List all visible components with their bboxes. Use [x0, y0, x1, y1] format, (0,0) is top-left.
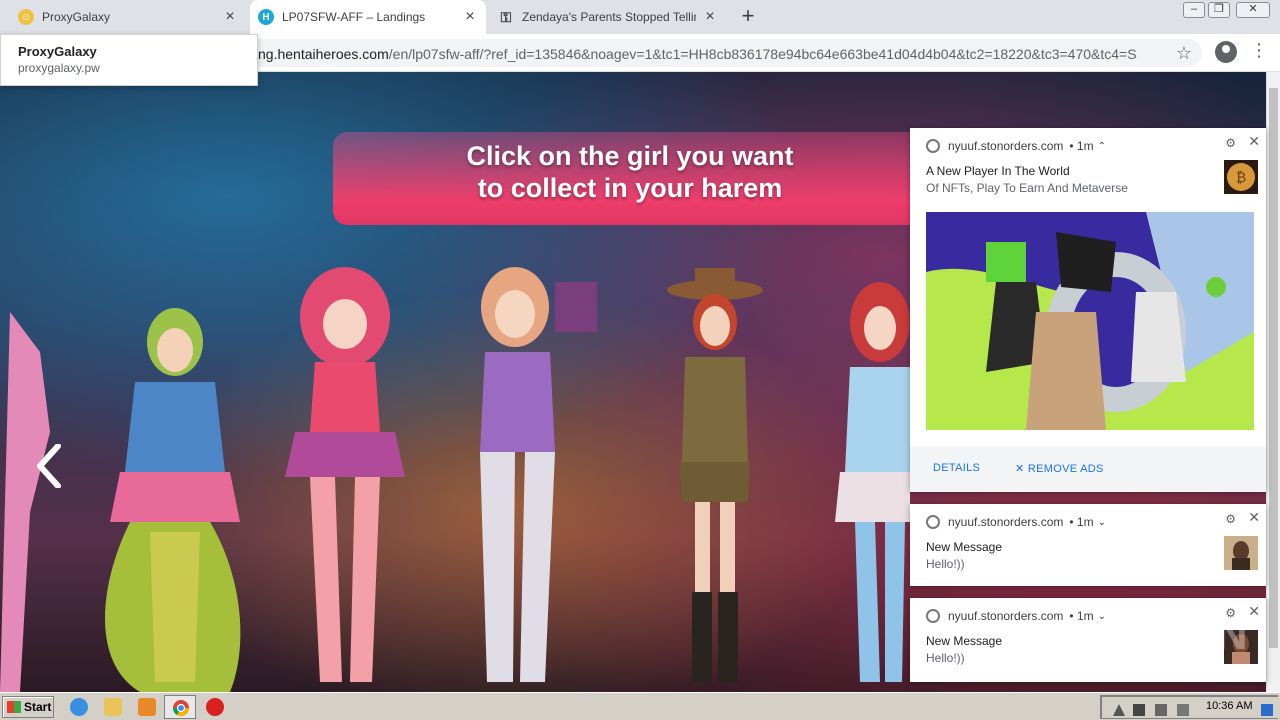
girl-character-maid[interactable]	[810, 272, 910, 692]
chrome-origin-icon	[926, 515, 940, 529]
girl-character-naga[interactable]	[80, 302, 270, 692]
notification-title: A New Player In The World	[926, 164, 1070, 178]
clock: 10:36 AM	[1206, 700, 1253, 712]
notification-hero-image	[926, 212, 1254, 430]
notification-title: New Message	[926, 540, 1003, 554]
chrome-icon	[172, 700, 190, 717]
tooltip-subtitle: proxygalaxy.pw	[18, 61, 100, 75]
headline-line-2: to collect in your harem	[477, 173, 783, 203]
volume-icon[interactable]	[1133, 704, 1145, 716]
bitcoin-thumbnail-icon: ₿	[1224, 160, 1258, 194]
settings-gear-icon[interactable]: ⚙	[1225, 512, 1236, 526]
notification-collapsed-1[interactable]: nyuuf.stonorders.com • 1m ⌄ ⚙ ✕ New Mess…	[910, 504, 1266, 586]
notification-time: • 1m	[1069, 139, 1094, 153]
tab-landings[interactable]: H LP07SFW-AFF – Landings ×	[250, 0, 486, 34]
tab-hover-tooltip: ProxyGalaxy proxygalaxy.pw	[0, 34, 258, 86]
tab-label: ProxyGalaxy	[42, 10, 111, 24]
folder-icon[interactable]	[104, 698, 122, 716]
tooltip-title: ProxyGalaxy	[18, 44, 97, 59]
minimize-button[interactable]: –	[1183, 2, 1205, 18]
notification-time: • 1m	[1069, 515, 1094, 529]
address-bar[interactable]: ng.hentaiheroes.com/en/lp07sfw-aff/?ref_…	[230, 39, 1202, 67]
settings-gear-icon[interactable]: ⚙	[1225, 136, 1236, 150]
tab-zendaya[interactable]: ⚿ Zendaya's Parents Stopped Telling H ×	[490, 0, 726, 34]
tab-proxygalaxy[interactable]: ☺ ProxyGalaxy ×	[10, 0, 246, 34]
close-icon[interactable]: ×	[222, 8, 238, 26]
chrome-taskbar-button[interactable]	[164, 695, 196, 719]
tab-label: LP07SFW-AFF – Landings	[282, 10, 426, 24]
page-headline: Click on the girl you want to collect in…	[400, 140, 860, 204]
close-icon[interactable]: ✕	[1248, 603, 1260, 620]
girl-character-android[interactable]	[455, 252, 605, 692]
remove-ads-label: REMOVE ADS	[1027, 463, 1104, 475]
notification-actions: DETAILS ✕ REMOVE ADS	[910, 446, 1266, 492]
up-arrow-icon[interactable]	[1113, 704, 1125, 716]
stop-icon[interactable]	[206, 698, 224, 716]
media-player-icon[interactable]	[138, 698, 156, 716]
proxygalaxy-favicon-icon: ☺	[18, 9, 34, 25]
remove-ads-button[interactable]: ✕ REMOVE ADS	[1015, 462, 1104, 475]
chrome-origin-icon	[926, 609, 940, 623]
girl-character-pink[interactable]	[270, 262, 420, 692]
tab-label: Zendaya's Parents Stopped Telling H	[522, 10, 696, 24]
tab-strip: ☺ ProxyGalaxy × H LP07SFW-AFF – Landings…	[0, 0, 1280, 34]
anyrun-watermark: ANY RUN	[1036, 610, 1250, 659]
message-thumbnail-icon	[1224, 536, 1258, 570]
notification-header: nyuuf.stonorders.com • 1m ⌄	[926, 515, 1106, 529]
close-icon[interactable]: ×	[462, 8, 478, 26]
url-text: ng.hentaiheroes.com/en/lp07sfw-aff/?ref_…	[258, 46, 1138, 62]
close-icon[interactable]: ✕	[1248, 509, 1260, 526]
screen: ☺ ProxyGalaxy × H LP07SFW-AFF – Landings…	[0, 0, 1280, 720]
window-close-button[interactable]: ✕	[1236, 2, 1270, 18]
notification-body: Of NFTs, Play To Earn And Metaverse	[926, 181, 1128, 195]
carousel-left-arrow-icon[interactable]	[34, 444, 64, 488]
windows-flag-icon	[7, 701, 21, 713]
headline-line-1: Click on the girl you want	[466, 141, 794, 171]
new-tab-button[interactable]: +	[736, 4, 760, 28]
details-button[interactable]: DETAILS	[933, 462, 980, 474]
start-label: Start	[24, 700, 52, 714]
chevron-up-icon[interactable]: ⌃	[1098, 141, 1106, 152]
start-button[interactable]: Start	[2, 696, 54, 718]
girl-character-explorer[interactable]	[660, 262, 770, 692]
chrome-origin-icon	[926, 139, 940, 153]
close-icon: ✕	[1015, 463, 1028, 475]
svg-text:₿: ₿	[1236, 170, 1246, 186]
page-scrollbar[interactable]	[1266, 72, 1280, 692]
flag-icon[interactable]	[1177, 704, 1189, 716]
menu-dots-icon[interactable]: ⋮	[1250, 40, 1268, 61]
url-host: ng.hentaiheroes.com	[258, 46, 389, 62]
maximize-button[interactable]: ❐	[1208, 2, 1230, 18]
notification-origin: nyuuf.stonorders.com	[948, 139, 1064, 153]
bookmark-star-icon[interactable]: ☆	[1176, 43, 1192, 64]
notification-header: nyuuf.stonorders.com • 1m ⌃	[926, 139, 1106, 153]
chevron-down-icon[interactable]: ⌄	[1098, 517, 1106, 528]
notification-body: Hello!))	[926, 557, 965, 571]
key-favicon-icon: ⚿	[500, 8, 512, 25]
notification-title: New Message	[926, 634, 1003, 648]
notification-expanded[interactable]: nyuuf.stonorders.com • 1m ⌃ ⚙ ✕ A New Pl…	[910, 128, 1266, 492]
girl-character-partial[interactable]	[0, 312, 60, 692]
ie-icon[interactable]	[70, 698, 88, 716]
close-icon[interactable]: ✕	[1248, 133, 1260, 150]
profile-avatar-icon[interactable]	[1215, 41, 1237, 63]
notification-origin: nyuuf.stonorders.com	[948, 515, 1064, 529]
network-icon[interactable]	[1155, 704, 1167, 716]
close-icon[interactable]: ×	[702, 8, 718, 26]
scrollbar-thumb[interactable]	[1269, 88, 1278, 648]
url-path: /en/lp07sfw-aff/?ref_id=135846&noagev=1&…	[388, 46, 1138, 62]
taskbar: Start 10:36 AM	[0, 692, 1280, 720]
show-desktop-icon[interactable]	[1261, 704, 1273, 716]
hh-favicon-icon: H	[258, 9, 274, 25]
notification-body: Hello!))	[926, 651, 965, 665]
